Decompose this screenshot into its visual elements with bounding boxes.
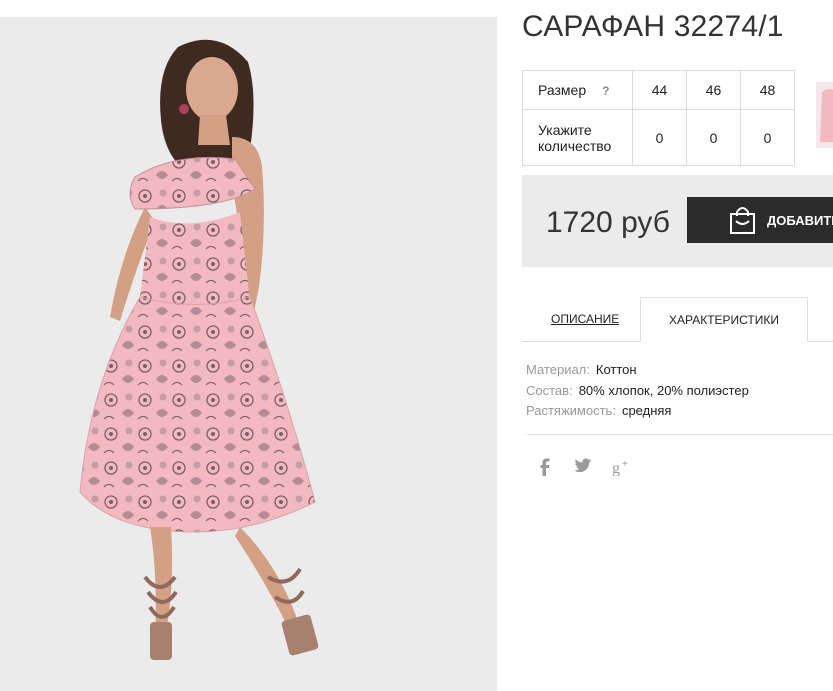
quantity-row: Укажите количество 0 0 0	[522, 109, 795, 166]
size-label: Размер	[538, 82, 587, 98]
tab-characteristics[interactable]: ХАРАКТЕРИСТИКИ	[640, 297, 808, 342]
property-row: Материал: Коттон	[526, 360, 749, 381]
property-key: Материал:	[526, 362, 590, 377]
property-value: Коттон	[595, 362, 637, 377]
quantity-input-48[interactable]: 0	[740, 109, 795, 166]
tab-description[interactable]: ОПИСАНИЕ	[551, 312, 619, 326]
shopping-bag-icon	[729, 205, 756, 235]
property-key: Состав:	[526, 382, 573, 398]
quantity-label-line2: количество	[538, 137, 612, 154]
product-price: 1720 руб	[546, 206, 670, 239]
twitter-icon[interactable]	[574, 458, 591, 477]
quantity-input-46[interactable]: 0	[686, 109, 741, 166]
size-help-icon[interactable]: ?	[602, 84, 609, 98]
product-title: САРАФАН 32274/1	[522, 10, 784, 43]
property-value: 80% хлопок, 20% полиэстер	[578, 382, 749, 398]
price-box: 1720 руб ДОБАВИТЬ	[522, 175, 833, 267]
property-row: Растяжимость: средняя	[526, 401, 749, 422]
product-photo-illustration	[79, 39, 319, 660]
property-value: средняя	[621, 403, 672, 418]
svg-text:g: g	[612, 460, 620, 476]
facebook-icon[interactable]	[540, 458, 550, 481]
quantity-label-cell: Укажите количество	[522, 109, 633, 166]
size-row: Размер? 44 46 48	[522, 70, 795, 110]
thumbnail-image	[816, 82, 833, 148]
property-key: Растяжимость:	[526, 403, 616, 418]
product-thumbnail[interactable]	[816, 82, 833, 148]
product-photo[interactable]	[0, 17, 497, 691]
quantity-label-line1: Укажите	[538, 121, 592, 138]
google-plus-icon[interactable]: g +	[612, 458, 630, 481]
add-to-cart-button[interactable]: ДОБАВИТЬ	[687, 197, 833, 243]
svg-text:+: +	[622, 459, 628, 470]
product-properties: Материал: Коттон Состав: 80% хлопок, 20% п…	[526, 360, 749, 422]
property-row: Состав: 80% хлопок, 20% полиэстер	[526, 381, 749, 402]
add-to-cart-label: ДОБАВИТЬ	[767, 212, 833, 228]
size-option: 48	[740, 70, 795, 110]
section-divider	[526, 434, 833, 435]
quantity-input-44[interactable]: 0	[632, 109, 687, 166]
size-table: Размер? 44 46 48 Укажите количество 0 0 …	[522, 70, 795, 166]
size-label-cell: Размер?	[522, 70, 633, 110]
size-option: 46	[686, 70, 741, 110]
size-option: 44	[632, 70, 687, 110]
